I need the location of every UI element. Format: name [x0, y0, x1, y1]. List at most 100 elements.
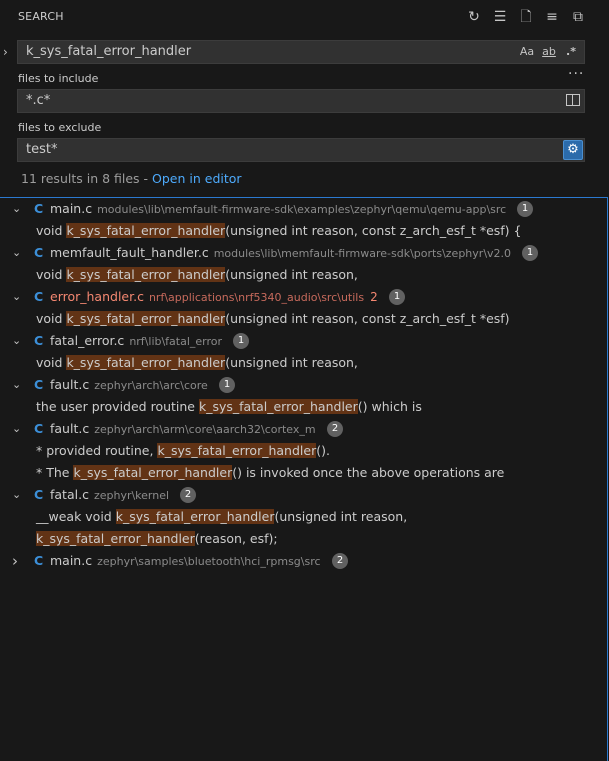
file-row[interactable]: ⌄ Cmain.c modules\lib\memfault-firmware-sd…: [0, 198, 600, 220]
match-line[interactable]: the user provided routine k_sys_fatal_er…: [36, 396, 422, 418]
match-highlight: k_sys_fatal_error_handler: [157, 443, 317, 458]
file-name: fatal.c: [50, 487, 89, 502]
match-suffix: (reason, esf);: [194, 531, 278, 546]
match-prefix: void: [36, 223, 67, 238]
match-prefix: __weak void: [36, 509, 116, 524]
file-row[interactable]: ⌄ Cfatal_error.c nrf\lib\fatal_error 1: [0, 330, 600, 352]
search-options: Aa ab .*: [518, 41, 580, 63]
match-highlight: k_sys_fatal_error_handler: [115, 509, 275, 524]
match-highlight: k_sys_fatal_error_handler: [66, 355, 226, 370]
match-count-badge: 1: [219, 377, 235, 393]
match-count-badge: 2: [332, 553, 348, 569]
file-name-group: main.c modules\lib\memfault-firmware-sdk\…: [50, 198, 506, 221]
file-name-group: error_handler.c nrf\applications\nrf5340_…: [50, 286, 378, 309]
match-suffix: (unsigned int reason, const z_arch_esf_t…: [225, 311, 510, 326]
match-case-toggle[interactable]: Aa: [518, 41, 536, 63]
file-row[interactable]: ⌄ Cerror_handler.c nrf\applications\nrf534…: [0, 286, 600, 308]
match-prefix: void: [36, 355, 67, 370]
chevron-down-icon[interactable]: ⌄: [12, 374, 21, 396]
exclude-value: test*: [26, 142, 58, 157]
chevron-down-icon[interactable]: ⌄: [12, 484, 21, 506]
match-suffix: (unsigned int reason,: [225, 267, 358, 282]
match-line[interactable]: void k_sys_fatal_error_handler(unsigned …: [36, 352, 358, 374]
match-line[interactable]: void k_sys_fatal_error_handler(unsigned …: [36, 308, 510, 330]
match-line[interactable]: k_sys_fatal_error_handler(reason, esf);: [36, 528, 278, 550]
chevron-down-icon[interactable]: ⌄: [12, 286, 21, 308]
file-path: zephyr\arch\arc\core: [94, 379, 208, 392]
open-in-editor-link[interactable]: Open in editor: [152, 171, 242, 186]
match-line[interactable]: * The k_sys_fatal_error_handler() is inv…: [36, 462, 504, 484]
c-file-icon: C: [34, 333, 44, 348]
match-suffix: (unsigned int reason, const z_arch_esf_t…: [225, 223, 522, 238]
file-row[interactable]: ⌄ Cfatal.c zephyr\kernel 2: [0, 484, 600, 506]
match-prefix: * provided routine,: [36, 443, 158, 458]
match-count-badge: 1: [389, 289, 405, 305]
refresh-icon[interactable]: ↻: [465, 8, 483, 26]
header-actions: ↻ ☰ 🗋 ≡ ⧉: [465, 8, 587, 26]
match-line[interactable]: __weak void k_sys_fatal_error_handler(un…: [36, 506, 407, 528]
match-suffix: (unsigned int reason,: [225, 355, 358, 370]
c-file-icon: C: [34, 289, 44, 304]
clear-results-icon[interactable]: ☰: [491, 8, 509, 26]
collapse-all-icon[interactable]: ≡: [543, 8, 561, 26]
c-file-icon: C: [34, 553, 44, 568]
include-input[interactable]: *.c*: [17, 89, 585, 113]
file-path: modules\lib\memfault-firmware-sdk\exampl…: [97, 203, 507, 216]
file-path: zephyr\samples\bluetooth\hci_rpmsg\src: [97, 555, 321, 568]
match-suffix: () which is: [357, 399, 422, 414]
file-name: fatal_error.c: [50, 333, 125, 348]
search-query: k_sys_fatal_error_handler: [26, 44, 192, 59]
include-value: *.c*: [26, 93, 51, 108]
c-file-icon: C: [34, 201, 44, 216]
file-row[interactable]: ⌄ Cfault.c zephyr\arch\arm\core\aarch32\co…: [0, 418, 600, 440]
file-row[interactable]: › Cmain.c zephyr\samples\bluetooth\hci_rpm…: [0, 550, 600, 572]
open-editors-only-icon[interactable]: [566, 94, 580, 106]
whole-word-toggle[interactable]: ab: [540, 41, 558, 63]
match-highlight: k_sys_fatal_error_handler: [66, 267, 226, 282]
file-row[interactable]: ⌄ Cmemfault_fault_handler.c modules\lib\me…: [0, 242, 600, 264]
file-name-group: main.c zephyr\samples\bluetooth\hci_rpmsg…: [50, 550, 321, 573]
match-highlight: k_sys_fatal_error_handler: [66, 223, 226, 238]
file-path: zephyr\arch\arm\core\aarch32\cortex_m: [94, 423, 316, 436]
match-line[interactable]: void k_sys_fatal_error_handler(unsigned …: [36, 264, 358, 286]
file-name-group: memfault_fault_handler.c modules\lib\memf…: [50, 242, 511, 265]
file-name: main.c: [50, 201, 93, 216]
chevron-down-icon[interactable]: ⌄: [12, 330, 21, 352]
file-path: nrf\applications\nrf5340_audio\src\utils: [148, 291, 365, 304]
file-row[interactable]: ⌄ Cfault.c zephyr\arch\arc\core 1: [0, 374, 600, 396]
chevron-down-icon[interactable]: ⌄: [12, 198, 21, 220]
replace-toggle-chevron-icon[interactable]: ›: [3, 45, 17, 59]
match-line[interactable]: * provided routine, k_sys_fatal_error_ha…: [36, 440, 330, 462]
use-exclude-settings-icon[interactable]: ⚙: [563, 140, 583, 160]
c-file-icon: C: [34, 487, 44, 502]
match-highlight: k_sys_fatal_error_handler: [73, 465, 233, 480]
chevron-right-icon[interactable]: ›: [12, 550, 18, 572]
match-count-badge: 1: [233, 333, 249, 349]
search-input[interactable]: k_sys_fatal_error_handler Aa ab .*: [17, 40, 585, 64]
match-prefix: * The: [36, 465, 74, 480]
chevron-down-icon[interactable]: ⌄: [12, 242, 21, 264]
summary-text: 11 results in 8 files -: [21, 171, 153, 186]
file-name: fault.c: [50, 377, 90, 392]
regex-toggle[interactable]: .*: [562, 41, 580, 63]
match-count-badge: 2: [327, 421, 343, 437]
file-name-group: fatal.c zephyr\kernel: [50, 484, 169, 507]
file-name-group: fault.c zephyr\arch\arc\core: [50, 374, 208, 397]
file-path: zephyr\kernel: [93, 489, 170, 502]
chevron-down-icon[interactable]: ⌄: [12, 418, 21, 440]
file-name: main.c: [50, 553, 93, 568]
problem-count: 2: [370, 290, 378, 304]
new-search-editor-icon[interactable]: 🗋: [517, 8, 535, 26]
file-name: memfault_fault_handler.c: [50, 245, 209, 260]
view-as-tree-icon[interactable]: ⧉: [569, 8, 587, 26]
exclude-input[interactable]: test* ⚙: [17, 138, 585, 162]
file-name: error_handler.c: [50, 289, 144, 304]
match-highlight: k_sys_fatal_error_handler: [36, 531, 195, 546]
match-line[interactable]: void k_sys_fatal_error_handler(unsigned …: [36, 220, 521, 242]
more-options-icon[interactable]: ···: [568, 66, 584, 82]
results-tree: ⌄ Cmain.c modules\lib\memfault-firmware-sd…: [0, 197, 608, 761]
match-suffix: () is invoked once the above operations …: [232, 465, 505, 480]
file-name: fault.c: [50, 421, 90, 436]
c-file-icon: C: [34, 421, 44, 436]
match-count-badge: 1: [517, 201, 533, 217]
